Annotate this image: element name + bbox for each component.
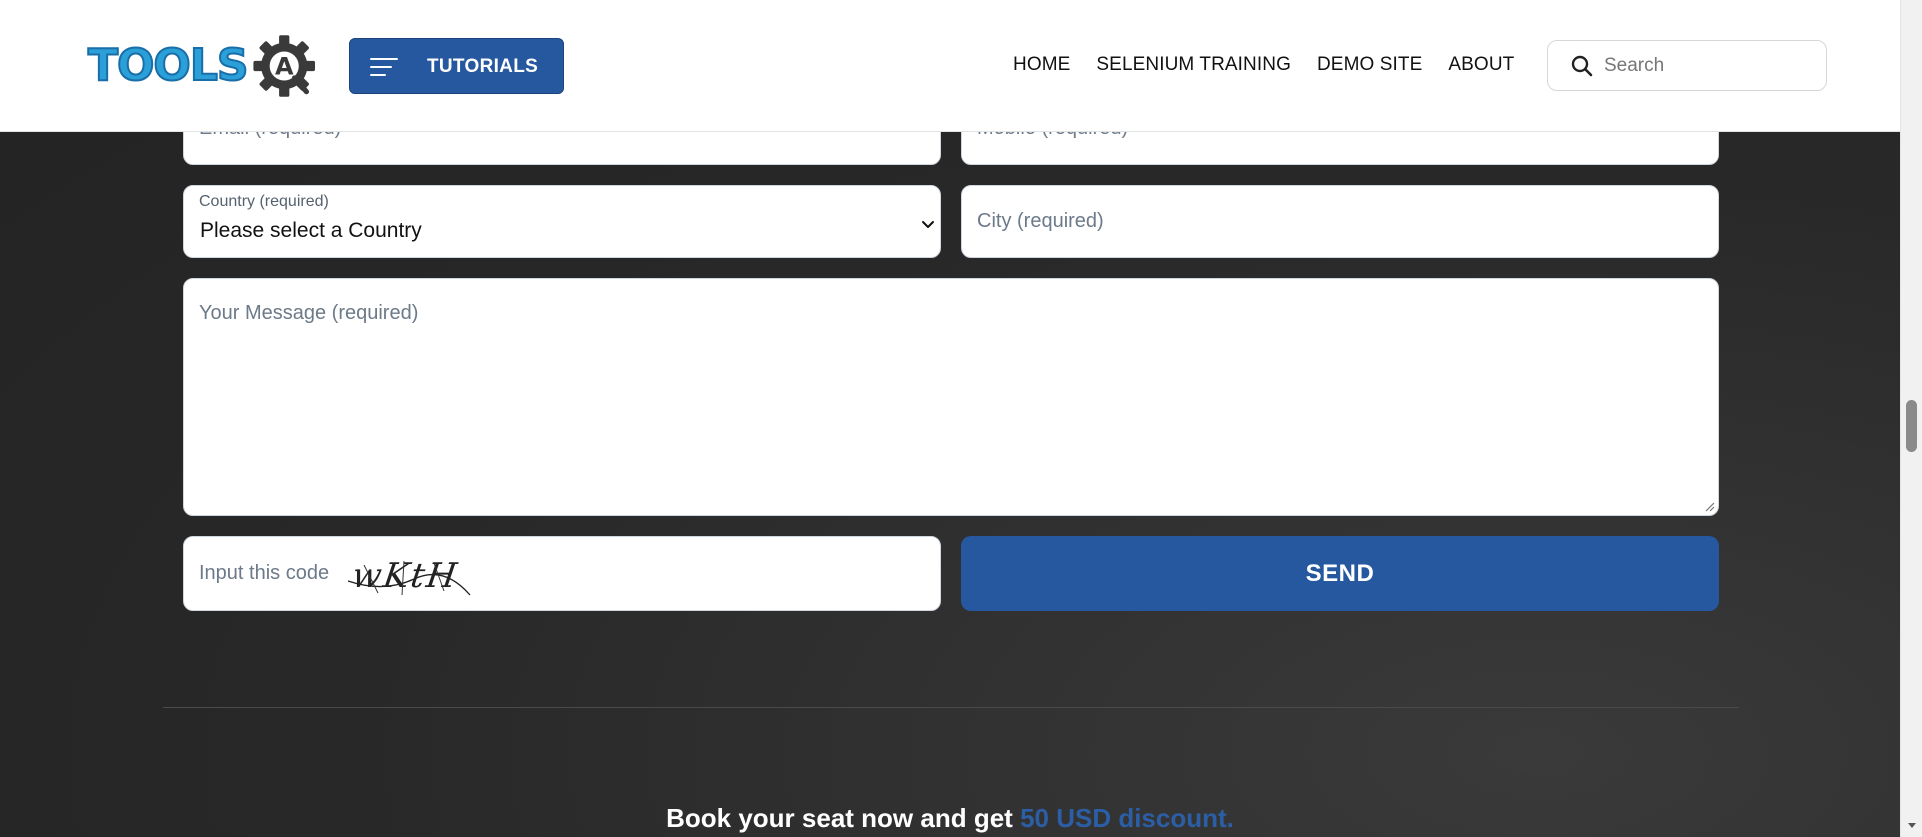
- logo-badge: A: [275, 53, 294, 81]
- nav-demo-site[interactable]: DEMO SITE: [1317, 54, 1422, 76]
- nav-selenium-training[interactable]: SELENIUM TRAINING: [1096, 54, 1291, 76]
- promo-banner: Book your seat now and get 50 USD discou…: [0, 803, 1900, 834]
- city-field[interactable]: City (required): [961, 185, 1719, 258]
- promo-text: Book your seat now and get: [666, 803, 1013, 833]
- tutorials-menu-button[interactable]: TUTORIALS: [349, 38, 564, 94]
- search-input[interactable]: [1602, 51, 1812, 81]
- search-icon[interactable]: [1570, 54, 1594, 78]
- country-selected-value: Please select a Country: [200, 219, 422, 242]
- menu-icon: [370, 56, 398, 78]
- city-placeholder: City (required): [977, 210, 1104, 232]
- resize-grip-icon[interactable]: [1703, 500, 1715, 512]
- chevron-down-icon: [922, 221, 934, 228]
- logo-text: TOOLS: [87, 40, 250, 91]
- send-button[interactable]: SEND: [961, 536, 1719, 611]
- scroll-down-arrow-icon[interactable]: [1906, 819, 1918, 831]
- section-divider: [163, 707, 1739, 708]
- country-select[interactable]: Country (required) Please select a Count…: [183, 185, 941, 258]
- nav-about[interactable]: ABOUT: [1448, 54, 1514, 76]
- tutorials-label: TUTORIALS: [427, 56, 539, 77]
- scrollbar-thumb[interactable]: [1906, 400, 1917, 452]
- gear-icon: A: [252, 35, 315, 97]
- captcha-field[interactable]: Input this code wKtH: [183, 536, 941, 611]
- search-box: [1547, 40, 1827, 91]
- page: Email (required) Mobile (required) Count…: [0, 0, 1922, 837]
- captcha-label: Input this code: [199, 562, 330, 584]
- promo-discount-link[interactable]: 50 USD discount.: [1020, 803, 1234, 833]
- country-label: Country (required): [199, 193, 329, 210]
- page-scrollbar[interactable]: [1900, 0, 1922, 837]
- toolsqa-logo[interactable]: TOOLS A: [87, 24, 318, 108]
- message-textarea[interactable]: Your Message (required): [183, 278, 1719, 516]
- captcha-image: wKtH: [347, 556, 471, 596]
- message-placeholder: Your Message (required): [199, 302, 419, 324]
- nav-home[interactable]: HOME: [1013, 54, 1070, 76]
- main-nav: HOME SELENIUM TRAINING DEMO SITE ABOUT: [1013, 54, 1514, 76]
- site-header: TOOLS A TUTORIALS HOME SELENIUM TRAINING…: [0, 0, 1900, 132]
